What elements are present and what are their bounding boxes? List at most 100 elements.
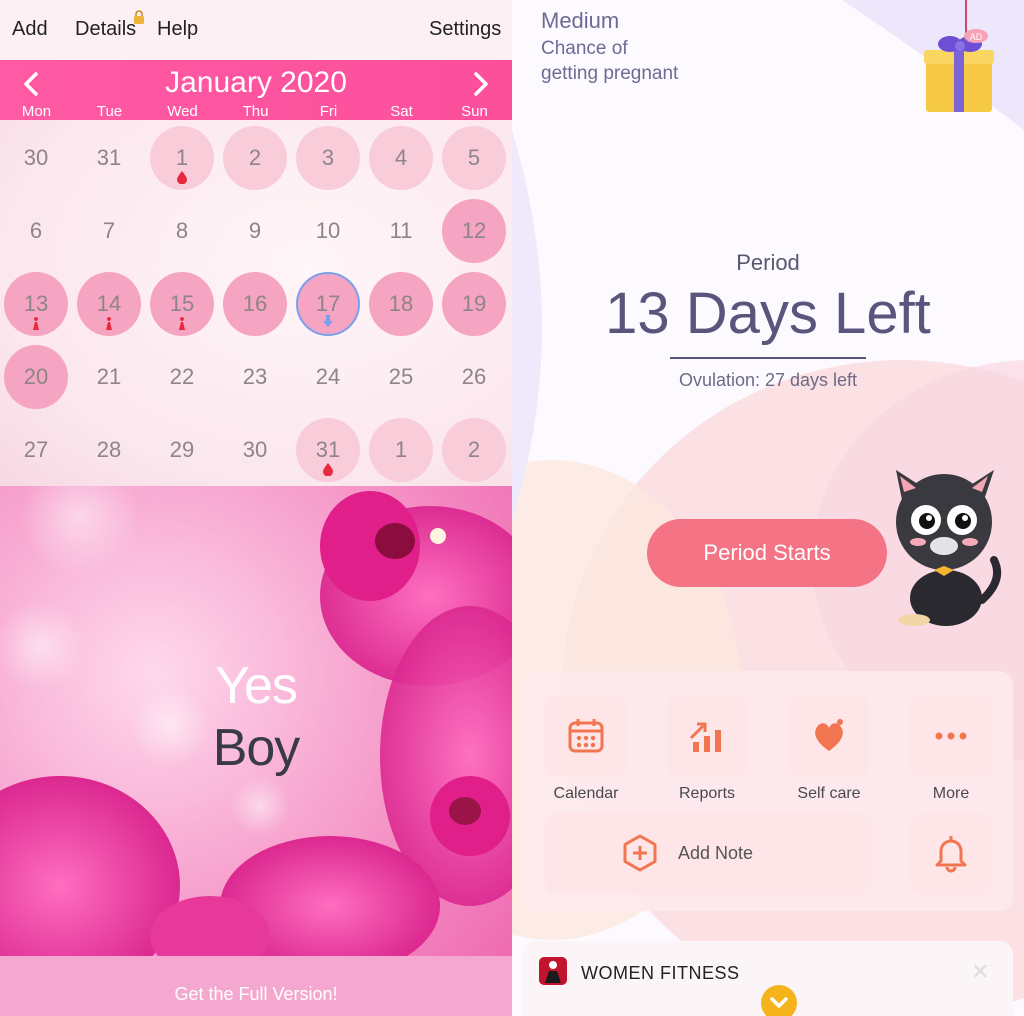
calendar-day[interactable]: 2 xyxy=(442,418,506,482)
quick-tools-panel: Calendar Reports Self care More Add Note xyxy=(523,671,1013,911)
calendar-day[interactable]: 18 xyxy=(369,272,433,336)
day-number: 7 xyxy=(102,218,116,243)
weekday-row: Mon Tue Wed Thu Fri Sat Sun xyxy=(0,103,512,121)
period-label: Period xyxy=(736,250,800,275)
day-number: 1 xyxy=(175,145,189,170)
calendar-day[interactable]: 12 xyxy=(442,199,506,263)
weekday-fri: Fri xyxy=(319,103,338,120)
calendar-day[interactable]: 11 xyxy=(369,199,433,263)
self-care-label: Self care xyxy=(797,785,861,802)
down-arrow-icon xyxy=(323,315,333,327)
reports-chart-icon xyxy=(689,722,721,752)
figure-icon xyxy=(33,317,39,330)
calendar-day[interactable]: 14 xyxy=(77,272,141,336)
ad-badge: AD xyxy=(970,32,983,42)
calendar-day[interactable]: 2 xyxy=(223,126,287,190)
day-number: 25 xyxy=(388,364,414,389)
calendar-day[interactable]: 15 xyxy=(150,272,214,336)
add-button[interactable]: Add xyxy=(12,18,48,41)
calendar-day[interactable]: 31 xyxy=(77,126,141,190)
tracker-app-pane: Medium Chance of getting pregnant AD Per… xyxy=(512,0,1024,1016)
weekday-tue: Tue xyxy=(96,103,123,120)
calendar-day[interactable]: 17 xyxy=(296,272,360,336)
gift-icon[interactable]: AD xyxy=(918,0,998,120)
calendar-day[interactable]: 19 xyxy=(442,272,506,336)
days-left-counter: 13 Days Left xyxy=(605,281,931,346)
day-number: 23 xyxy=(242,364,268,389)
details-button[interactable]: Details xyxy=(75,18,136,41)
calendar-icon xyxy=(568,719,604,753)
calendar-day[interactable]: 1 xyxy=(369,418,433,482)
calendar-day[interactable]: 1 xyxy=(150,126,214,190)
heart-icon xyxy=(815,719,843,751)
calendar-day[interactable]: 31 xyxy=(296,418,360,482)
calendar-button[interactable] xyxy=(545,695,627,777)
calendar-day[interactable]: 23 xyxy=(223,345,287,409)
more-label: More xyxy=(932,785,970,802)
calendar-day[interactable]: 26 xyxy=(442,345,506,409)
day-number: 29 xyxy=(169,437,195,462)
reports-label: Reports xyxy=(678,785,736,802)
period-starts-button[interactable]: Period Starts xyxy=(647,519,887,587)
reminder-button[interactable] xyxy=(910,812,992,894)
weekday-wed: Wed xyxy=(167,103,198,120)
calendar-day[interactable]: 25 xyxy=(369,345,433,409)
day-number: 9 xyxy=(248,218,262,243)
chance-level: Medium xyxy=(541,8,620,33)
day-number: 1 xyxy=(394,437,408,462)
weekday-sat: Sat xyxy=(390,103,413,120)
calendar-day[interactable]: 6 xyxy=(4,199,68,263)
calendar-day[interactable]: 16 xyxy=(223,272,287,336)
calendar-day[interactable]: 21 xyxy=(77,345,141,409)
calendar-day[interactable]: 13 xyxy=(4,272,68,336)
calendar-day[interactable]: 3 xyxy=(296,126,360,190)
settings-button[interactable]: Settings xyxy=(429,18,501,41)
calendar-day[interactable]: 27 xyxy=(4,418,68,482)
chevron-right-icon[interactable] xyxy=(466,70,494,98)
cat-mascot-image xyxy=(896,470,1001,626)
calendar-day[interactable]: 9 xyxy=(223,199,287,263)
chance-description-2: getting pregnant xyxy=(541,63,679,84)
calendar-day[interactable]: 10 xyxy=(296,199,360,263)
figure-icon xyxy=(179,317,185,330)
day-number: 22 xyxy=(169,364,195,389)
figure-icon xyxy=(106,317,112,330)
close-icon[interactable]: ✕ xyxy=(971,959,989,985)
day-number: 13 xyxy=(23,291,49,316)
calendar-day[interactable]: 7 xyxy=(77,199,141,263)
calendar-day[interactable]: 20 xyxy=(4,345,68,409)
reports-button[interactable] xyxy=(666,695,748,777)
day-number: 30 xyxy=(23,145,49,170)
calendar-app-pane: Add Details Help Settings January 2020 M… xyxy=(0,0,512,1016)
calendar-day[interactable]: 24 xyxy=(296,345,360,409)
day-number: 20 xyxy=(23,364,49,389)
day-number: 31 xyxy=(315,437,341,462)
day-number: 14 xyxy=(96,291,122,316)
day-number: 19 xyxy=(461,291,487,316)
expand-button[interactable] xyxy=(761,985,797,1016)
full-version-label: Get the Full Version! xyxy=(174,984,338,1004)
full-version-button[interactable]: Get the Full Version! xyxy=(0,956,512,1016)
calendar-day[interactable]: 8 xyxy=(150,199,214,263)
day-number: 2 xyxy=(248,145,262,170)
calendar-day[interactable]: 30 xyxy=(223,418,287,482)
self-care-button[interactable] xyxy=(788,695,870,777)
fitness-ad-card[interactable]: WOMEN FITNESS ✕ xyxy=(523,941,1013,1016)
calendar-day[interactable]: 22 xyxy=(150,345,214,409)
more-button[interactable] xyxy=(910,695,992,777)
fitness-app-logo xyxy=(539,957,567,985)
top-toolbar: Add Details Help Settings xyxy=(0,0,512,60)
calendar-day[interactable]: 28 xyxy=(77,418,141,482)
calendar-day[interactable]: 5 xyxy=(442,126,506,190)
help-button[interactable]: Help xyxy=(157,18,198,41)
weekday-mon: Mon xyxy=(21,103,52,120)
calendar-day[interactable]: 29 xyxy=(150,418,214,482)
add-note-button[interactable]: Add Note xyxy=(545,812,871,894)
calendar-day[interactable]: 4 xyxy=(369,126,433,190)
day-number: 4 xyxy=(394,145,408,170)
calendar-day[interactable]: 30 xyxy=(4,126,68,190)
lock-icon xyxy=(134,10,144,24)
prediction-line-1: Yes xyxy=(215,657,298,715)
more-dots-icon xyxy=(935,732,967,740)
day-number: 28 xyxy=(96,437,122,462)
